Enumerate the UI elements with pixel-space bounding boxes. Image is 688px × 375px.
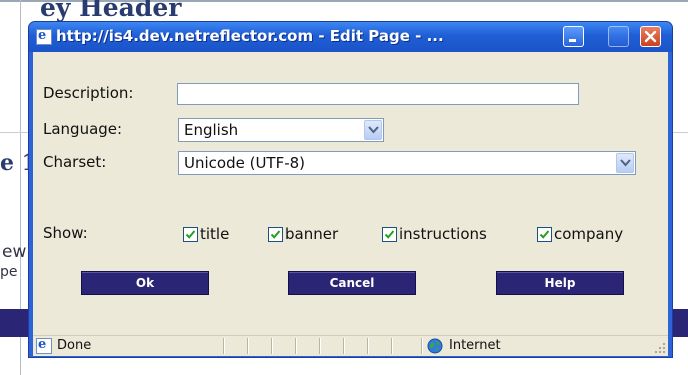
title-bar[interactable]: e http://is4.dev.netreflector.com - Edit… xyxy=(29,22,672,52)
status-divider xyxy=(271,338,272,354)
show-label: Show: xyxy=(43,224,88,242)
description-label: Description: xyxy=(43,84,134,102)
language-select[interactable]: English xyxy=(178,118,384,142)
checkmark-icon[interactable] xyxy=(382,227,397,242)
chevron-down-icon[interactable] xyxy=(364,120,382,140)
language-label: Language: xyxy=(43,120,123,138)
status-divider xyxy=(247,338,248,354)
maximize-button xyxy=(608,26,629,47)
page-heading: ey Header xyxy=(40,0,182,22)
resize-grip-icon[interactable] xyxy=(654,342,666,354)
popup-window: e http://is4.dev.netreflector.com - Edit… xyxy=(28,21,673,358)
show-banner-label: banner xyxy=(285,225,339,243)
status-divider xyxy=(367,338,368,354)
show-title-label: title xyxy=(200,225,230,243)
status-divider xyxy=(391,338,392,354)
close-button[interactable] xyxy=(640,26,661,47)
show-company-label: company xyxy=(554,225,624,243)
status-divider xyxy=(295,338,296,354)
minimize-button[interactable] xyxy=(563,26,584,47)
window-title: http://is4.dev.netreflector.com - Edit P… xyxy=(56,27,444,45)
ie-page-icon: e xyxy=(36,337,52,354)
charset-label: Charset: xyxy=(43,153,107,171)
close-icon xyxy=(644,30,657,43)
checkmark-icon[interactable] xyxy=(268,227,283,242)
page-text-fragment: pe xyxy=(0,264,18,280)
checkmark-icon[interactable] xyxy=(537,227,552,242)
dialog-body: Description: Language: English Charset: … xyxy=(33,52,668,356)
chevron-down-icon[interactable] xyxy=(616,153,634,173)
checkmark-icon[interactable] xyxy=(183,227,198,242)
ie-page-icon: e xyxy=(36,28,52,45)
description-input[interactable] xyxy=(177,83,579,105)
cancel-button[interactable]: Cancel xyxy=(288,271,416,295)
globe-icon xyxy=(427,338,443,354)
security-zone-text: Internet xyxy=(449,338,501,353)
page-text-fragment: ew xyxy=(2,242,27,262)
show-instructions-label: instructions xyxy=(399,225,487,243)
minimize-icon xyxy=(569,39,576,42)
charset-select[interactable]: Unicode (UTF-8) xyxy=(178,151,636,175)
ok-button[interactable]: Ok xyxy=(81,271,209,295)
charset-value: Unicode (UTF-8) xyxy=(184,154,306,172)
help-button[interactable]: Help xyxy=(496,271,624,295)
status-divider xyxy=(343,338,344,354)
status-bar: e Done Internet xyxy=(33,335,668,356)
status-divider xyxy=(319,338,320,354)
status-divider xyxy=(223,338,224,354)
status-divider xyxy=(421,338,422,354)
language-value: English xyxy=(184,121,239,139)
status-text: Done xyxy=(57,338,92,353)
